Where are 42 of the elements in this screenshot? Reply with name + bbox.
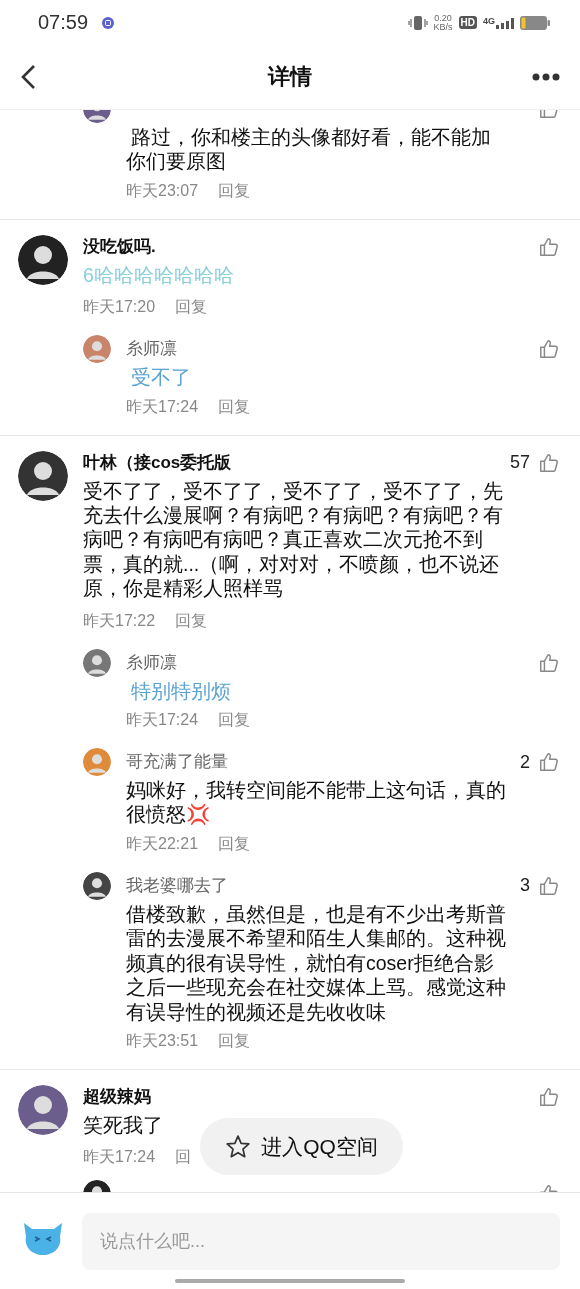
enter-space-button[interactable]: 进入QQ空间: [200, 1118, 403, 1175]
reply-link[interactable]: 回复: [218, 1028, 251, 1053]
comment-text: 路过，你和楼主的头像都好看，能不能加你们要原图: [126, 125, 493, 174]
network-type: 4G: [483, 16, 495, 26]
user-name[interactable]: 叶林（接cos委托版: [83, 450, 503, 475]
reply-link[interactable]: 回: [175, 1145, 192, 1170]
reply-link[interactable]: 回复: [175, 608, 208, 633]
comment-text: 借楼致歉，虽然但是，也是有不少出考斯普雷的去漫展不希望和陌生人集邮的。这种视频真的很有误导性，就怕有coser拒绝合影之后一些现充会在社交媒体上骂。感觉这种有误导性的视频还是先收收味: [126, 901, 507, 1024]
user-name[interactable]: 糸师凛: [126, 650, 508, 675]
page-title: 详情: [268, 64, 312, 89]
like-count: 3: [520, 875, 530, 897]
user-name[interactable]: 没吃饭吗.: [83, 234, 503, 259]
user-name[interactable]: 我老婆哪去了: [126, 873, 508, 898]
clock: 07:59: [38, 11, 89, 34]
timestamp: 昨天23:07: [126, 180, 199, 201]
timestamp: 昨天23:51: [126, 1030, 199, 1051]
reply-link[interactable]: 回复: [218, 831, 251, 856]
hd-badge: HD: [458, 16, 477, 29]
user-name[interactable]: 超级辣妈: [83, 1084, 503, 1109]
comment-text: 受不了了，受不了了，受不了了，受不了了，先充去什么漫展啊？有病吧？有病吧？有病吧？有病吧？有病吧有病吧？真正喜欢二次元抢不到票，真的就...（啊，对对对，不喷颜，也不说还原，你是精彩人照样骂: [83, 478, 503, 601]
timestamp: 昨天17:24: [126, 710, 199, 731]
net-unit: KB/s: [433, 22, 453, 32]
like-count: 57: [509, 452, 530, 474]
reply-link[interactable]: 回复: [218, 178, 251, 203]
reply-link[interactable]: 回复: [218, 708, 251, 733]
timestamp: 昨天17:20: [83, 297, 156, 318]
user-name[interactable]: 糸师凛: [126, 337, 508, 362]
user-name[interactable]: 哥充满了能量: [126, 750, 508, 775]
timestamp: 昨天17:22: [83, 610, 156, 631]
like-count: 2: [520, 751, 530, 773]
comment-text: 受不了: [130, 365, 193, 390]
comment-input[interactable]: 说点什么吧...: [82, 1213, 560, 1270]
net-speed: 0.20: [434, 13, 452, 23]
comment-text: 妈咪好，我转空间能不能带上这句话，真的很愤怒💢: [126, 778, 507, 827]
timestamp: 昨天17:24: [83, 1147, 156, 1168]
reply-link[interactable]: 回复: [218, 394, 251, 419]
comment-text: 笑死我了: [83, 1112, 164, 1138]
reply-link[interactable]: 回复: [175, 295, 208, 320]
comment-text: 特别特别烦: [130, 678, 233, 704]
timestamp: 昨天22:21: [126, 833, 199, 854]
timestamp: 昨天17:24: [126, 396, 199, 417]
comment-text: 6哈哈哈哈哈哈哈: [83, 262, 235, 288]
